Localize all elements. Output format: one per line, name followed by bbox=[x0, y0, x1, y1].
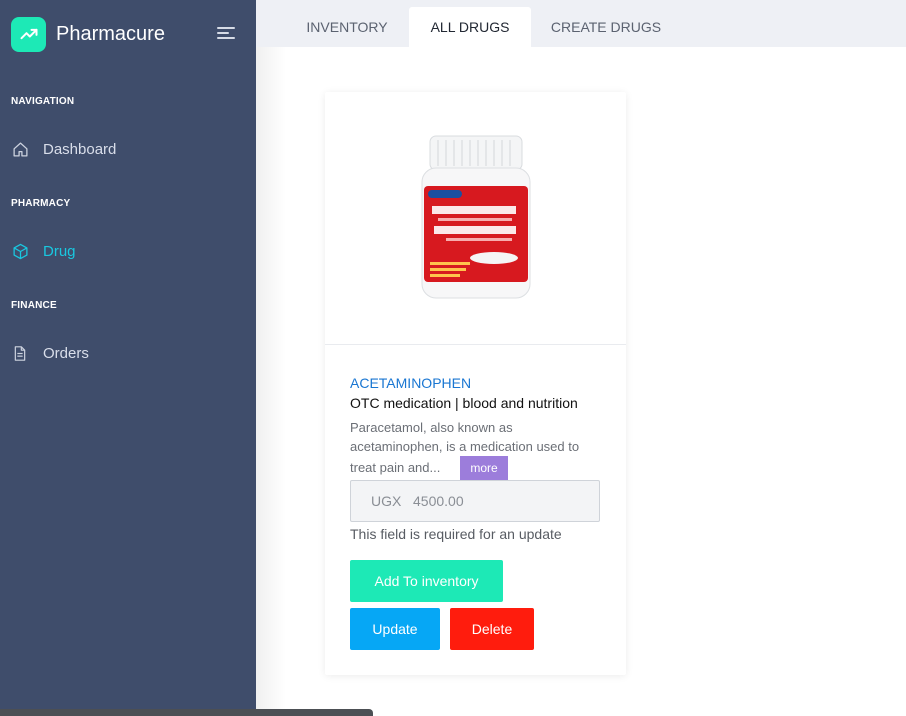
delete-button[interactable]: Delete bbox=[450, 608, 534, 650]
brand-name: Pharmacure bbox=[56, 22, 165, 45]
sidebar-item-dashboard[interactable]: Dashboard bbox=[11, 137, 116, 161]
drug-card: ACETAMINOPHEN OTC medication | blood and… bbox=[325, 92, 626, 675]
drug-name[interactable]: ACETAMINOPHEN bbox=[350, 375, 471, 391]
sidebar: Pharmacure NAVIGATION Dashboard PHARMACY… bbox=[0, 0, 256, 716]
cube-icon bbox=[11, 242, 29, 260]
home-icon bbox=[11, 140, 29, 158]
drug-image bbox=[325, 92, 626, 345]
more-button[interactable]: more bbox=[460, 456, 508, 481]
price-input[interactable] bbox=[350, 480, 600, 522]
sidebar-item-label: Drug bbox=[43, 242, 76, 260]
tab-create-drugs[interactable]: CREATE DRUGS bbox=[534, 7, 678, 47]
sidebar-item-orders[interactable]: Orders bbox=[11, 341, 89, 365]
sidebar-shadow bbox=[256, 0, 286, 716]
section-title-pharmacy: PHARMACY bbox=[11, 198, 71, 209]
drug-description: Paracetamol, also known as acetaminophen… bbox=[350, 418, 605, 481]
sidebar-item-drug[interactable]: Drug bbox=[11, 239, 76, 263]
tab-all-drugs[interactable]: ALL DRUGS bbox=[409, 7, 531, 47]
section-title-navigation: NAVIGATION bbox=[11, 96, 75, 107]
acetaminophen-bottle-image bbox=[421, 135, 530, 299]
menu-toggle-icon[interactable] bbox=[217, 27, 235, 41]
tab-bar: INVENTORY ALL DRUGS CREATE DRUGS bbox=[256, 0, 906, 47]
add-to-inventory-button[interactable]: Add To inventory bbox=[350, 560, 503, 602]
status-bar bbox=[0, 709, 373, 716]
trending-up-icon bbox=[11, 16, 46, 52]
document-icon bbox=[11, 344, 29, 362]
brand[interactable]: Pharmacure bbox=[11, 16, 165, 52]
update-button[interactable]: Update bbox=[350, 608, 440, 650]
sidebar-item-label: Dashboard bbox=[43, 140, 117, 158]
price-helper-text: This field is required for an update bbox=[350, 526, 562, 542]
section-title-finance: FINANCE bbox=[11, 300, 57, 311]
drug-category: OTC medication | blood and nutrition bbox=[350, 395, 578, 411]
tab-inventory[interactable]: INVENTORY bbox=[286, 7, 408, 47]
sidebar-item-label: Orders bbox=[43, 344, 89, 362]
